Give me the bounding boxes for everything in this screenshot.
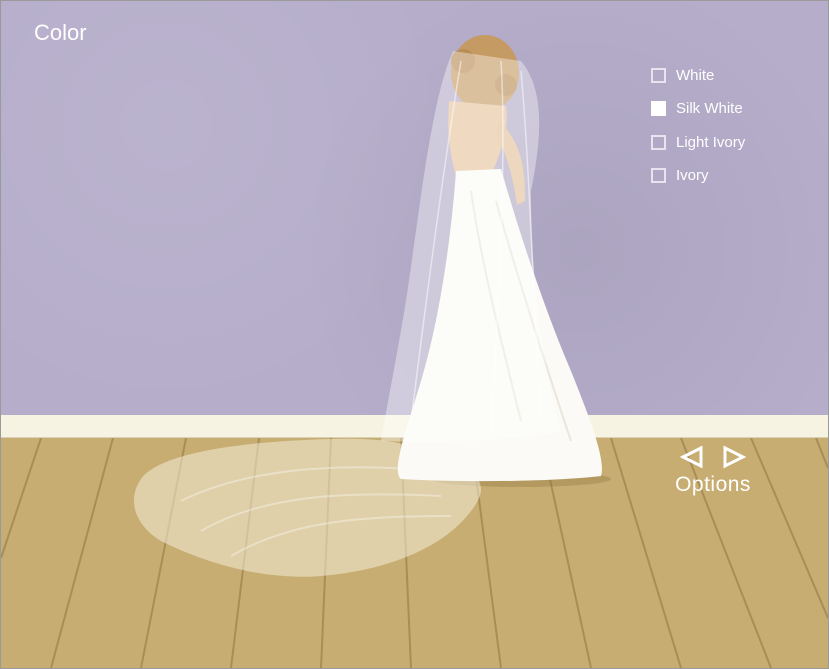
triangle-right-icon[interactable]: [721, 445, 747, 469]
checkbox-ivory[interactable]: [651, 168, 666, 183]
color-option-silk-white[interactable]: Silk White: [651, 98, 745, 120]
color-option-ivory[interactable]: Ivory: [651, 165, 745, 187]
veil-preview-stage: Color White Silk White Light Ivory Ivory: [0, 0, 829, 669]
checkbox-silk-white[interactable]: [651, 101, 666, 116]
options-navigation: Options: [667, 445, 759, 497]
color-option-white[interactable]: White: [651, 64, 745, 86]
options-label: Options: [675, 473, 751, 496]
checkbox-light-ivory[interactable]: [651, 134, 666, 150]
color-option-label: White: [676, 66, 715, 84]
checkbox-white[interactable]: [651, 67, 666, 83]
color-option-label: Silk White: [676, 100, 743, 117]
panel-title: Color: [34, 20, 87, 45]
color-option-label: Light Ivory: [676, 133, 746, 151]
color-options-list: White Silk White Light Ivory Ivory: [651, 64, 745, 198]
color-option-label: Ivory: [676, 167, 709, 184]
triangle-left-icon[interactable]: [679, 445, 705, 469]
color-option-light-ivory[interactable]: Light Ivory: [651, 131, 745, 153]
